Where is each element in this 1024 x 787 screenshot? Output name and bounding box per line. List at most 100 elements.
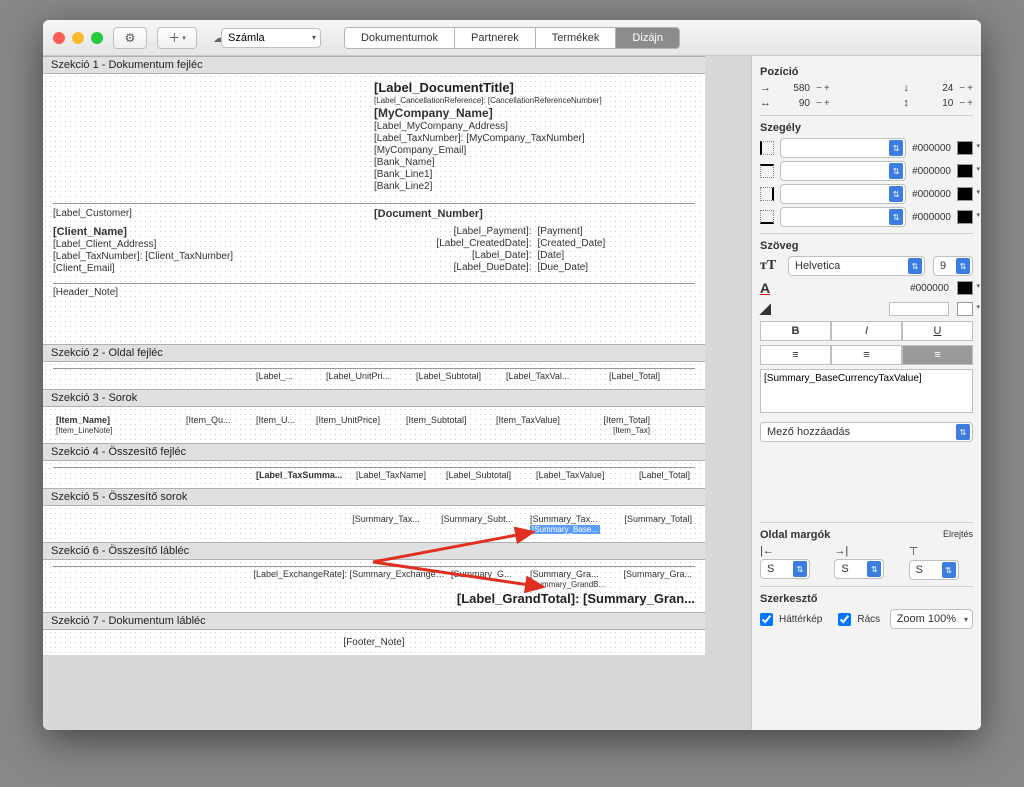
field-total4[interactable]: [Label_Total] xyxy=(623,470,693,480)
field-date[interactable]: [Date] xyxy=(538,250,696,261)
section-7-header[interactable]: Szekció 7 - Dokumentum lábléc xyxy=(43,612,705,630)
fill-color-input[interactable] xyxy=(889,302,949,316)
field-sumg2[interactable]: [Summary_Gra... xyxy=(530,569,599,579)
field-created[interactable]: [Created_Date] xyxy=(538,238,696,249)
field-bank-line1[interactable]: [Bank_Line1] xyxy=(374,169,695,180)
fill-swatch[interactable] xyxy=(957,302,973,316)
field-sum-tax2[interactable]: [Summary_Tax... xyxy=(530,514,598,524)
field-selected-summary-base[interactable]: [Summary_Base... xyxy=(530,525,600,534)
field-exchange[interactable]: [Label_ExchangeRate]: [Summary_ExchangeR… xyxy=(251,569,449,589)
field-sum-subt[interactable]: [Summary_Subt... xyxy=(438,514,527,534)
section-4-header[interactable]: Szekció 4 - Összesítő fejléc xyxy=(43,443,705,461)
border-left-style[interactable] xyxy=(780,138,906,158)
field-company-email[interactable]: [MyCompany_Email] xyxy=(374,145,695,156)
border-right-color[interactable]: #000000 xyxy=(912,189,951,200)
field-item-qu[interactable]: [Item_Qu... xyxy=(183,415,253,435)
field-taxsum-lbl[interactable]: [Label_TaxSumma... xyxy=(253,470,353,480)
border-top-color[interactable]: #000000 xyxy=(912,166,951,177)
pos-h-inc[interactable]: + xyxy=(967,98,973,109)
align-left-button[interactable]: ≡ xyxy=(760,345,831,365)
pos-y[interactable]: 24 xyxy=(923,83,953,94)
field-grandb[interactable]: [Summary_GrandB... xyxy=(530,580,605,589)
field-item-subtotal[interactable]: [Item_Subtotal] xyxy=(403,415,493,435)
tab-design[interactable]: Dizájn xyxy=(616,28,679,48)
field-sum-tax[interactable]: [Summary_Tax... xyxy=(349,514,438,534)
field-sumg1[interactable]: [Summary_G... xyxy=(448,569,527,589)
field-subtotal4[interactable]: [Label_Subtotal] xyxy=(443,470,533,480)
field-client-addr[interactable]: [Label_Client_Address] xyxy=(53,239,374,250)
field-header-note[interactable]: [Header_Note] xyxy=(53,283,695,298)
field-client-name[interactable]: [Client_Name] xyxy=(53,226,374,238)
border-left-color[interactable]: #000000 xyxy=(912,143,951,154)
pos-x[interactable]: 580 xyxy=(780,83,810,94)
field-doc-number[interactable]: [Document_Number] xyxy=(374,208,695,220)
text-color-value[interactable]: #000000 xyxy=(910,283,949,294)
field-lbl-created[interactable]: [Label_CreatedDate]: xyxy=(374,238,532,249)
field-taxval4[interactable]: [Label_TaxValue] xyxy=(533,470,623,480)
field-item-note[interactable]: [Item_LineNote] xyxy=(56,426,112,435)
border-top-style[interactable] xyxy=(780,161,906,181)
border-right-style[interactable] xyxy=(780,184,906,204)
doctype-select[interactable]: Számla xyxy=(221,28,321,48)
field-company-name[interactable]: [MyCompany_Name] xyxy=(374,106,695,120)
field-item-u[interactable]: [Item_U... xyxy=(253,415,313,435)
col-label[interactable]: [Label_... xyxy=(253,371,323,381)
border-left-icon[interactable] xyxy=(760,141,774,155)
add-button[interactable]: ＋ ▾ xyxy=(157,27,197,49)
field-doc-title[interactable]: [Label_DocumentTitle] xyxy=(374,80,695,95)
pos-w-dec[interactable]: − xyxy=(816,98,822,109)
margin-right-select[interactable]: S xyxy=(834,559,884,579)
pos-w-inc[interactable]: + xyxy=(824,98,830,109)
field-bank-line2[interactable]: [Bank_Line2] xyxy=(374,181,695,192)
section-3-header[interactable]: Szekció 3 - Sorok xyxy=(43,389,705,407)
field-lbl-payment[interactable]: [Label_Payment]: xyxy=(374,226,532,237)
border-top-swatch[interactable] xyxy=(957,164,973,178)
col-unitprice[interactable]: [Label_UnitPri... xyxy=(323,371,413,381)
border-bottom-swatch[interactable] xyxy=(957,210,973,224)
pos-y-inc[interactable]: + xyxy=(967,83,973,94)
section-5-header[interactable]: Szekció 5 - Összesítő sorok xyxy=(43,488,705,506)
col-subtotal[interactable]: [Label_Subtotal] xyxy=(413,371,503,381)
col-taxval[interactable]: [Label_TaxVal... xyxy=(503,371,593,381)
field-item-name[interactable]: [Item_Name] xyxy=(56,415,110,425)
field-content-input[interactable] xyxy=(760,369,973,413)
add-field-select[interactable]: Mező hozzáadás xyxy=(760,422,973,442)
border-left-swatch[interactable] xyxy=(957,141,973,155)
pos-y-dec[interactable]: − xyxy=(959,83,965,94)
field-sum-total[interactable]: [Summary_Total] xyxy=(616,514,695,534)
close-icon[interactable] xyxy=(53,32,65,44)
border-right-icon[interactable] xyxy=(760,187,774,201)
field-due[interactable]: [Due_Date] xyxy=(538,262,696,273)
text-color-swatch[interactable] xyxy=(957,281,973,295)
tab-products[interactable]: Termékek xyxy=(536,28,617,48)
field-payment[interactable]: [Payment] xyxy=(538,226,696,237)
pos-h[interactable]: 10 xyxy=(923,98,953,109)
maximize-icon[interactable] xyxy=(91,32,103,44)
field-lbl-customer[interactable]: [Label_Customer] xyxy=(53,208,374,219)
bg-checkbox[interactable] xyxy=(760,613,773,626)
gear-button[interactable]: ⚙ xyxy=(113,27,147,49)
align-center-button[interactable]: ≡ xyxy=(831,345,902,365)
font-select[interactable]: Helvetica xyxy=(788,256,925,276)
section-1-header[interactable]: Szekció 1 - Dokumentum fejléc xyxy=(43,56,705,74)
zoom-select[interactable]: Zoom 100% xyxy=(890,609,973,629)
tab-partners[interactable]: Partnerek xyxy=(455,28,536,48)
field-footer-note[interactable]: [Footer_Note] xyxy=(53,637,695,648)
bold-button[interactable]: B xyxy=(760,321,831,341)
field-item-taxval[interactable]: [Item_TaxValue] xyxy=(493,415,583,435)
pos-h-dec[interactable]: − xyxy=(959,98,965,109)
field-client-tax[interactable]: [Label_TaxNumber]: [Client_TaxNumber] xyxy=(53,251,374,262)
field-item-tax[interactable]: [Item_Tax] xyxy=(613,426,650,435)
font-size-select[interactable]: 9 xyxy=(933,256,973,276)
border-bottom-style[interactable] xyxy=(780,207,906,227)
field-taxname[interactable]: [Label_TaxName] xyxy=(353,470,443,480)
minimize-icon[interactable] xyxy=(72,32,84,44)
pos-x-inc[interactable]: + xyxy=(824,83,830,94)
field-company-addr[interactable]: [Label_MyCompany_Address] xyxy=(374,121,695,132)
margins-hide-link[interactable]: Elrejtés xyxy=(943,529,973,541)
margin-left-select[interactable]: S xyxy=(760,559,810,579)
field-lbl-date[interactable]: [Label_Date]: xyxy=(374,250,532,261)
field-item-total[interactable]: [Item_Total] xyxy=(603,415,650,425)
field-lbl-due[interactable]: [Label_DueDate]: xyxy=(374,262,532,273)
field-client-email[interactable]: [Client_Email] xyxy=(53,263,374,274)
